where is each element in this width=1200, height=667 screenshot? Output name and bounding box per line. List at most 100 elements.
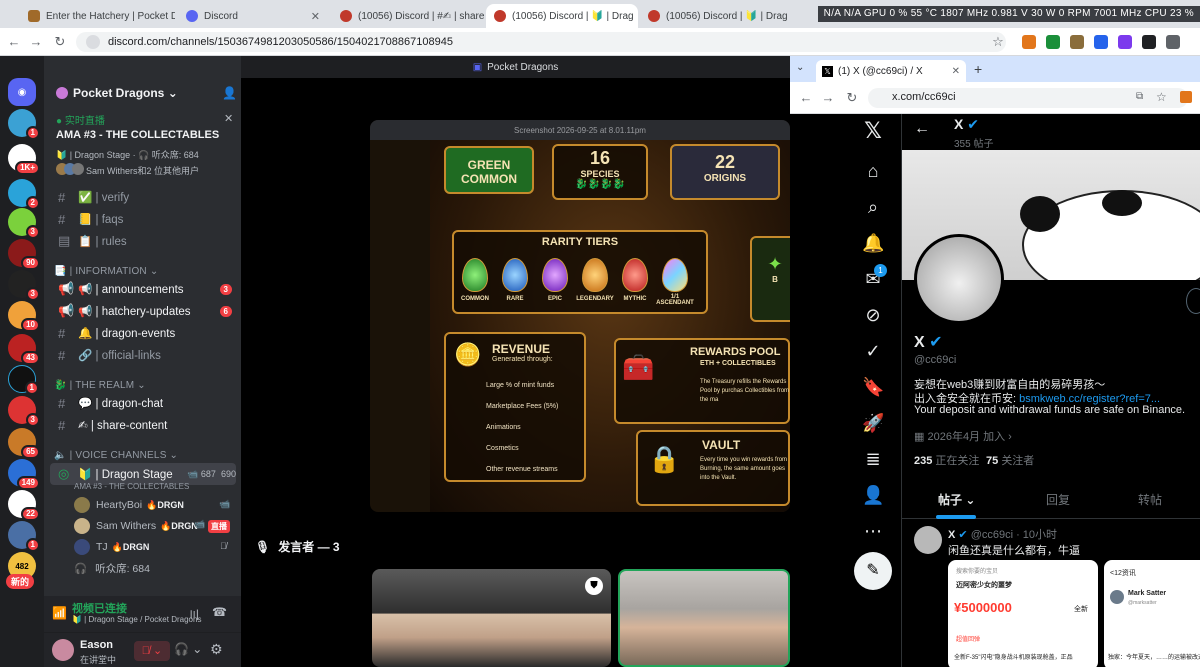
close-icon[interactable]: ✕ <box>634 10 638 23</box>
category-voice-channels[interactable]: 🔈 | VOICE CHANNELS ⌄ <box>54 450 178 461</box>
server-icon[interactable]: 65 <box>8 428 40 459</box>
following-count[interactable]: 235 正在关注 <box>914 452 979 468</box>
server-icon[interactable]: 10 <box>8 301 40 332</box>
browser-tab-x[interactable]: 𝕏 (1) X (@cc69ci) / X ✕ <box>816 60 966 82</box>
server-name[interactable]: Pocket Dragons ⌄ <box>73 86 178 100</box>
close-icon[interactable]: ✕ <box>305 10 320 23</box>
metamask-extension-icon[interactable] <box>1022 35 1036 49</box>
bookmark-star-icon[interactable]: ☆ <box>1156 90 1167 104</box>
browser-tab-dragon-stage[interactable]: (10056) Discord | 🔰 | Drag ✕ <box>486 4 638 28</box>
extension-icon[interactable] <box>1118 35 1132 49</box>
tab-list-icon[interactable]: ⌄ <box>796 62 804 73</box>
extensions-puzzle-icon[interactable] <box>1166 35 1180 49</box>
channel-verify[interactable]: # ✅ | verify <box>50 187 236 207</box>
signal-icon[interactable]: 📶 <box>52 606 67 620</box>
server-icon[interactable]: 43 <box>8 334 40 365</box>
more-icon[interactable]: ⋯ <box>862 520 884 542</box>
browser-tab-discord[interactable]: Discord ✕ <box>178 4 328 28</box>
extension-icon[interactable] <box>1094 35 1108 49</box>
reload-icon[interactable]: ↻ <box>52 34 68 50</box>
channel-official-links[interactable]: # 🔗 | official-links <box>50 345 236 365</box>
discord-home-icon[interactable]: ◉ <box>8 78 36 106</box>
messages-icon[interactable]: ✉ 1 <box>862 264 887 290</box>
tab-reposts[interactable]: 转帖 <box>1138 491 1162 508</box>
server-icon[interactable]: 1 <box>8 109 40 140</box>
new-tab-icon[interactable]: + <box>974 61 982 77</box>
notifications-bell-icon[interactable]: 🔔 <box>862 232 884 254</box>
followers-count[interactable]: 75 关注者 <box>986 452 1034 468</box>
mute-toggle-icon[interactable]: 🎙̸ ⌄ <box>134 641 170 661</box>
post-image-2[interactable]: <12资讯 Mark Satter @marksatter 独家：今年夏天，……… <box>1104 560 1200 667</box>
browser-tab-share[interactable]: (10056) Discord | #✍ | share ✕ <box>332 4 484 28</box>
bookmark-star-icon[interactable]: ☆ <box>990 34 1006 50</box>
speaker-video-tile-active[interactable] <box>618 569 790 667</box>
grok-icon[interactable]: ⊘ <box>862 304 884 326</box>
voice-user[interactable]: TJ 🔥DRGN <box>74 538 149 556</box>
back-icon[interactable]: ← <box>798 90 814 106</box>
settings-gear-icon[interactable]: ⚙ <box>210 641 223 658</box>
site-info-icon[interactable] <box>86 35 100 49</box>
extension-icon[interactable] <box>1070 35 1084 49</box>
screen-share-tile[interactable]: Screenshot 2026-09-25 at 8.01.11pm GREEN… <box>370 120 790 512</box>
channel-share-content[interactable]: # ✍ | share-content <box>50 415 236 435</box>
channel-faqs[interactable]: # 📒 | faqs <box>50 209 236 229</box>
back-arrow-icon[interactable]: ← <box>914 120 930 138</box>
avatar[interactable] <box>52 639 74 661</box>
category-the-realm[interactable]: 🐉 | THE REALM ⌄ <box>54 380 146 391</box>
forward-icon[interactable]: → <box>28 34 44 50</box>
audience-count[interactable]: 🎧 听众席: 684 <box>74 559 150 577</box>
channel-rules[interactable]: ▤ 📋 | rules <box>50 231 236 251</box>
post-image-1[interactable]: 搜索你要的宝贝 迈阿密少女的噩梦 ¥5000000 全新 超值回弹 全新F-35… <box>948 560 1098 667</box>
bookmarks-icon[interactable]: 🔖 <box>862 376 884 398</box>
server-icon[interactable]: 149 <box>8 459 40 490</box>
disconnect-icon[interactable]: ☎ <box>212 605 227 619</box>
home-icon[interactable]: ⌂ <box>862 160 884 182</box>
server-icon[interactable]: 3 <box>8 208 40 239</box>
channel-dragon-events[interactable]: # 🔔 | dragon-events <box>50 323 236 343</box>
extension-icon[interactable] <box>1142 35 1156 49</box>
compose-post-button[interactable]: ✎ <box>854 552 892 590</box>
close-icon[interactable]: ✕ <box>224 112 233 125</box>
noise-suppression-icon[interactable]: 〣 <box>188 606 200 623</box>
server-icon[interactable]: 3 <box>8 270 40 301</box>
server-icon[interactable]: 1 <box>8 521 40 552</box>
extension-icon[interactable] <box>1046 35 1060 49</box>
search-icon[interactable]: ⌕ <box>862 196 884 218</box>
jobs-rocket-icon[interactable]: 🚀 <box>862 412 884 434</box>
server-icon[interactable]: 3 <box>8 396 40 427</box>
channel-dragon-chat[interactable]: # 💬 | dragon-chat <box>50 393 236 413</box>
headphones-icon[interactable]: 🎧 ⌄ <box>174 642 202 656</box>
server-icon[interactable]: 2 <box>8 179 40 210</box>
cast-icon[interactable]: ⧉ <box>1136 91 1143 102</box>
voice-user[interactable]: Sam Withers 🔥DRGN <box>74 517 198 535</box>
voice-user[interactable]: HeartyBoi 🔥DRGN <box>74 496 184 514</box>
browser-tab-hatchery[interactable]: Enter the Hatchery | Pocket Dragons ✕ <box>20 4 175 28</box>
tab-replies[interactable]: 回复 <box>1046 491 1070 508</box>
profile-icon[interactable]: 👤 <box>862 484 884 506</box>
avatar[interactable] <box>914 526 942 554</box>
more-options-button[interactable] <box>1186 288 1200 314</box>
server-icon[interactable]: 22 <box>8 490 40 521</box>
profile-avatar[interactable] <box>914 234 1004 324</box>
verified-icon[interactable]: ✓ <box>862 340 884 362</box>
server-icon[interactable]: 1 <box>8 365 39 395</box>
browser-tab-dragon[interactable]: (10056) Discord | 🔰 | Dragon ✕ <box>640 4 788 28</box>
metamask-extension-icon[interactable] <box>1180 91 1192 103</box>
url-field[interactable]: discord.com/channels/1503674981203050586… <box>76 32 1006 52</box>
reload-icon[interactable]: ↻ <box>844 90 860 106</box>
forward-icon[interactable]: → <box>820 90 836 106</box>
live-event-title[interactable]: AMA #3 - THE COLLECTABLES <box>56 129 219 141</box>
server-icon[interactable]: 90 <box>8 239 40 270</box>
x-logo-icon[interactable]: 𝕏 <box>862 120 884 142</box>
lists-icon[interactable]: ≣ <box>862 448 884 470</box>
speaker-video-tile[interactable]: ⛊ <box>372 569 611 667</box>
back-icon[interactable]: ← <box>6 34 22 50</box>
tab-posts[interactable]: 帖子 ⌄ <box>938 491 975 508</box>
post-author[interactable]: X ✔ @cc69ci · 10小时 <box>948 526 1057 542</box>
close-icon[interactable]: ✕ <box>952 66 960 77</box>
invite-icon[interactable]: 👤 <box>222 86 237 100</box>
join-date[interactable]: ▦ 2026年4月 加入 › <box>914 428 1012 444</box>
channel-announcements[interactable]: 📢 📢 | announcements 3 <box>50 279 236 299</box>
server-icon[interactable]: 1K+ <box>8 144 40 175</box>
channel-hatchery-updates[interactable]: 📢 📢 | hatchery-updates 6 <box>50 301 236 321</box>
